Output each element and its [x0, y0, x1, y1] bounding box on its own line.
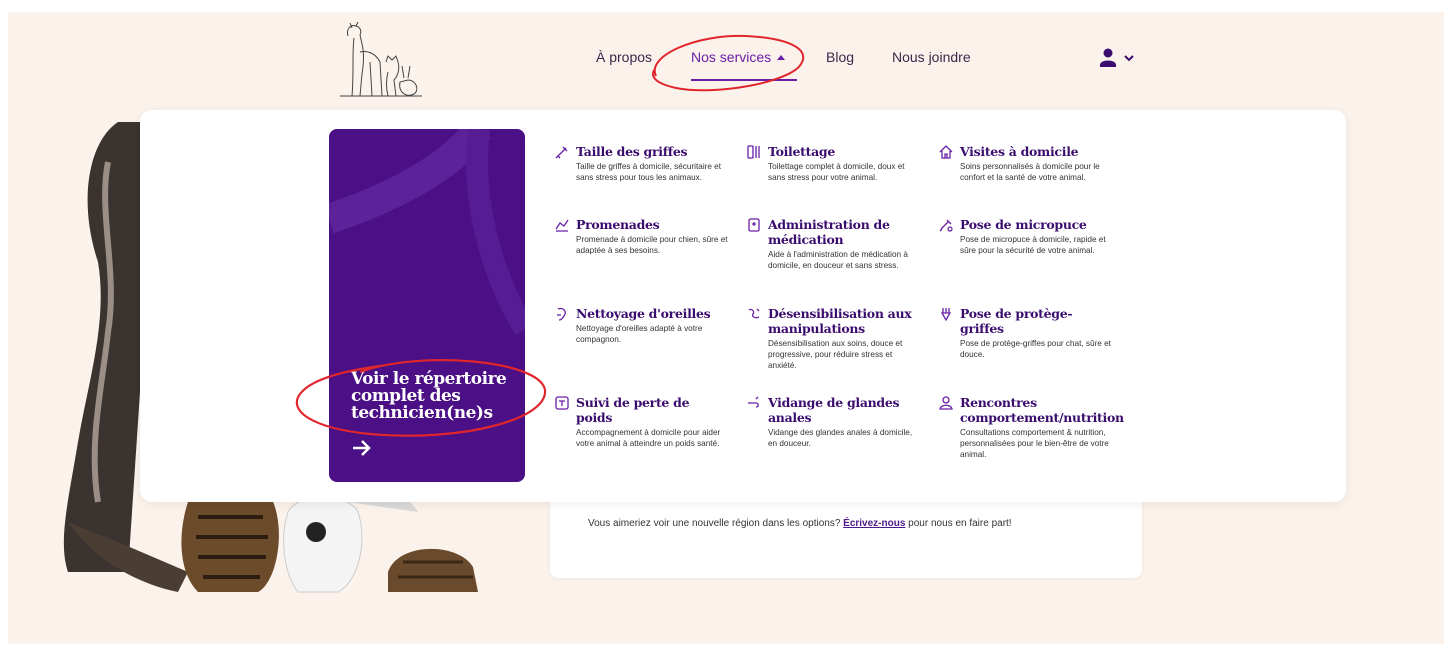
service-title: Visites à domicile [960, 144, 1079, 159]
region-note-end: pour nous en faire part! [905, 518, 1012, 529]
service-description: Nettoyage d'oreilles adapté à votre comp… [576, 324, 703, 344]
service-title: Promenades [576, 217, 660, 232]
service-protege-griffes[interactable]: Pose de protège-griffes Pose de protège-… [938, 306, 1113, 360]
annotation-circle-nav [652, 34, 804, 92]
contact-link[interactable]: Écrivez-nous [843, 518, 905, 529]
pets-line-art-logo [340, 22, 422, 97]
service-nettoyage-oreilles[interactable]: Nettoyage d'oreilles Nettoyage d'oreille… [554, 306, 729, 345]
meeting-icon [939, 396, 953, 410]
nail-cap-icon [940, 308, 952, 322]
service-description: Consultations comportement & nutrition, … [960, 428, 1109, 459]
microchip-icon [939, 219, 953, 232]
service-administration-medication[interactable]: Administration de médication Aide à l'ad… [746, 217, 921, 271]
nav-nous-joindre[interactable]: Nous joindre [892, 49, 971, 65]
region-note-text: Vous aimeriez voir une nouvelle région d… [588, 518, 844, 529]
service-toilettage[interactable]: Toilettage Toilettage complet à domicile… [746, 144, 921, 183]
region-note: Vous aimeriez voir une nouvelle région d… [588, 518, 1012, 529]
service-description: Pose de protège-griffes pour chat, sûre … [960, 339, 1111, 359]
service-title: Désensibilisation aux manipulations [768, 306, 912, 336]
nav-blog[interactable]: Blog [826, 49, 854, 65]
service-rencontres[interactable]: Rencontres comportement/nutrition Consul… [938, 395, 1124, 460]
desensitization-icon [748, 308, 760, 319]
service-description: Soins personnalisés à domicile pour le c… [960, 162, 1100, 182]
service-title: Rencontres comportement/nutrition [960, 395, 1124, 425]
service-title: Taille des griffes [576, 144, 688, 159]
service-perte-poids[interactable]: Suivi de perte de poids Accompagnement à… [554, 395, 729, 449]
nail-clipper-icon [555, 146, 568, 159]
scale-icon [555, 396, 569, 410]
page: À propos Nos services Blog Nous joindre [8, 12, 1444, 644]
service-description: Vidange des glandes anales à domicile, e… [768, 428, 913, 448]
medication-icon [748, 218, 760, 232]
services-mega-menu: Voir le répertoire complet des technicie… [140, 110, 1346, 502]
service-visites-domicile[interactable]: Visites à domicile Soins personnalisés à… [938, 144, 1113, 183]
service-title: Vidange de glandes anales [768, 395, 900, 425]
annotation-circle-promo [295, 359, 547, 437]
service-description: Taille de griffes à domicile, sécuritair… [576, 162, 722, 182]
leash-icon [555, 219, 569, 232]
service-title: Administration de médication [768, 217, 890, 247]
service-description: Pose de micropuce à domicile, rapide et … [960, 235, 1106, 255]
service-title: Suivi de perte de poids [576, 395, 690, 425]
ear-cleaning-icon [557, 307, 566, 321]
grooming-icon [747, 145, 760, 159]
service-description: Accompagnement à domicile pour aider vot… [576, 428, 721, 448]
service-description: Promenade à domicile pour chien, sûre et… [576, 235, 728, 255]
service-description: Désensibilisation aux soins, douce et pr… [768, 339, 903, 370]
service-vidange-glandes[interactable]: Vidange de glandes anales Vidange des gl… [746, 395, 921, 449]
user-menu-button[interactable] [1100, 47, 1150, 71]
service-title: Toilettage [768, 144, 835, 159]
user-icon [1100, 48, 1134, 67]
service-promenades[interactable]: Promenades Promenade à domicile pour chi… [554, 217, 729, 256]
service-description: Aide à l'administration de médication à … [768, 250, 908, 270]
gland-icon [748, 396, 759, 408]
service-taille-griffes[interactable]: Taille des griffes Taille de griffes à d… [554, 144, 729, 183]
logo[interactable] [336, 22, 424, 98]
house-icon [939, 145, 953, 159]
service-description: Toilettage complet à domicile, doux et s… [768, 162, 905, 182]
service-title: Pose de protège-griffes [960, 306, 1073, 336]
service-title: Pose de micropuce [960, 217, 1087, 232]
service-micropuce[interactable]: Pose de micropuce Pose de micropuce à do… [938, 217, 1113, 256]
service-desensibilisation[interactable]: Désensibilisation aux manipulations Dése… [746, 306, 921, 371]
service-title: Nettoyage d'oreilles [576, 306, 711, 321]
